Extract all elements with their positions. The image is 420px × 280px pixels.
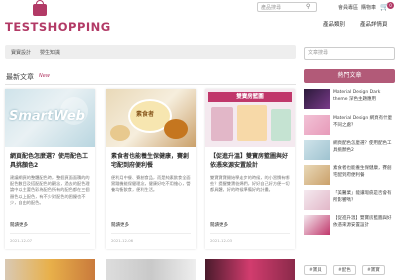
breadcrumb-item-baby-knowledge[interactable]: 嬰生知識 [40, 49, 60, 56]
popular-article-item[interactable]: Material Design Dark theme 深色主題應用 [304, 89, 395, 111]
article-date: 2021-12-03 [210, 238, 233, 243]
article-thumbnail[interactable]: SmartWeb [5, 89, 95, 147]
article-thumbnail[interactable] [304, 89, 330, 109]
article-card[interactable]: 素食者 素食者也能養生保健康，賽創宅配到府便利餐 便利月中餐、賽創食品，而是純素… [106, 89, 196, 249]
article-thumbnail[interactable] [304, 115, 330, 135]
popular-article-title[interactable]: 素食者也能養生保健康，賽創宅配到府便利餐 [333, 166, 395, 179]
article-thumbnail[interactable] [304, 140, 330, 160]
popular-article-title[interactable]: 【促進升溫】雙寶房籃圖與好依憑來源安置設計 [333, 216, 395, 229]
article-thumbnail[interactable] [304, 190, 330, 210]
article-thumbnail[interactable] [304, 215, 330, 235]
article-thumbnail[interactable] [205, 259, 295, 280]
logo-bag-icon[interactable] [33, 0, 47, 16]
tag-infant[interactable]: #寶寶 [362, 265, 385, 275]
article-excerpt: 便利月中餐、賽創食品，而是純素飲食全面實踐機能保健理念，健康好吃不用擔心，營養均… [111, 175, 191, 193]
divider [210, 233, 290, 234]
article-date: 2021-12-07 [10, 238, 33, 243]
popular-article-item[interactable]: 【促進升溫】雙寶房籃圖與好依憑來源安置設計 [304, 215, 395, 237]
section-title: 最新文章 [6, 73, 34, 81]
article-excerpt: 建議網頁的整體配色時，整個頁面面積的的配色數目及搭配配色的觀念，過去的配色理論中… [10, 175, 90, 205]
site-logo[interactable]: TESTSHOPPING [5, 20, 111, 34]
member-area-link[interactable]: 會員專區 [338, 4, 358, 11]
read-more-link[interactable]: 閱讀更多 [111, 222, 129, 228]
popular-article-item[interactable]: Material Design 網頁有什麼不同之處？ [304, 115, 395, 137]
popular-article-title[interactable]: Material Design 網頁有什麼不同之處？ [333, 116, 395, 129]
popular-article-item[interactable]: 素食者也能養生保健康，賽創宅配到府便利餐 [304, 165, 395, 187]
read-more-link[interactable]: 閱讀更多 [210, 222, 228, 228]
tag-baby[interactable]: #寶貝 [304, 265, 327, 275]
popular-articles-heading: 熱門文章 [304, 69, 395, 83]
new-badge: New [39, 73, 50, 79]
article-date: 2021-12-06 [111, 238, 134, 243]
cart-count-badge: 0 [387, 2, 394, 9]
article-card[interactable]: SmartWeb 網頁配色怎麼選？使用配色工具挑顏色2 建議網頁的整體配色時，整… [5, 89, 95, 249]
thumbnail-text: 雙寶房籃圖 [208, 92, 292, 102]
article-thumbnail[interactable] [304, 165, 330, 185]
nav-product-category[interactable]: 產品類別 [323, 20, 345, 28]
search-icon[interactable]: ⚲ [306, 3, 310, 10]
breadcrumb-item-baby-design[interactable]: 寶寶設計 [11, 49, 31, 56]
article-thumbnail[interactable]: 雙寶房籃圖 [205, 89, 295, 147]
popular-article-item[interactable]: 「美醫業」能讓瑕疵是否會有所影響嗎？ [304, 190, 395, 212]
article-thumbnail[interactable] [5, 259, 95, 280]
thumbnail-text: 素食者 [136, 111, 155, 118]
divider [10, 233, 90, 234]
article-thumbnail[interactable]: 素食者 [106, 89, 196, 147]
read-more-link[interactable]: 閱讀更多 [10, 222, 28, 228]
divider [111, 233, 191, 234]
nav-product-detail[interactable]: 產品詳情頁 [360, 20, 388, 28]
divider [5, 84, 296, 85]
article-title[interactable]: 網頁配色怎麼選？使用配色工具挑顏色2 [10, 152, 92, 170]
article-title[interactable]: 素食者也能養生保健康，賽創宅配到府便利餐 [111, 152, 193, 170]
article-excerpt: 雙寶寶寶開始學走步的時候，的小習慣有哪些？提醒雙寶爸媽們，好好自己好方便一切都具… [210, 175, 290, 193]
article-thumbnail[interactable] [106, 259, 196, 280]
popular-article-title[interactable]: 網頁配色怎麼選？使用配色工具挑顏色2 [333, 141, 395, 154]
article-search-input[interactable]: 文章搜尋 [304, 47, 395, 60]
popular-article-item[interactable]: 網頁配色怎麼選？使用配色工具挑顏色2 [304, 140, 395, 162]
article-card[interactable]: 雙寶房籃圖 【促進升溫】雙寶房籃圖與好依憑來源安置設計 雙寶寶寶開始學走步的時候… [205, 89, 295, 249]
article-title[interactable]: 【促進升溫】雙寶房籃圖與好依憑來源安置設計 [210, 152, 292, 170]
tag-color[interactable]: #配色 [333, 265, 356, 275]
popular-article-title[interactable]: 「美醫業」能讓瑕疵是否會有所影響嗎？ [333, 191, 395, 204]
cart-link[interactable]: 購物車 [361, 4, 376, 11]
popular-article-title[interactable]: Material Design Dark theme 深色主題應用 [333, 90, 395, 103]
